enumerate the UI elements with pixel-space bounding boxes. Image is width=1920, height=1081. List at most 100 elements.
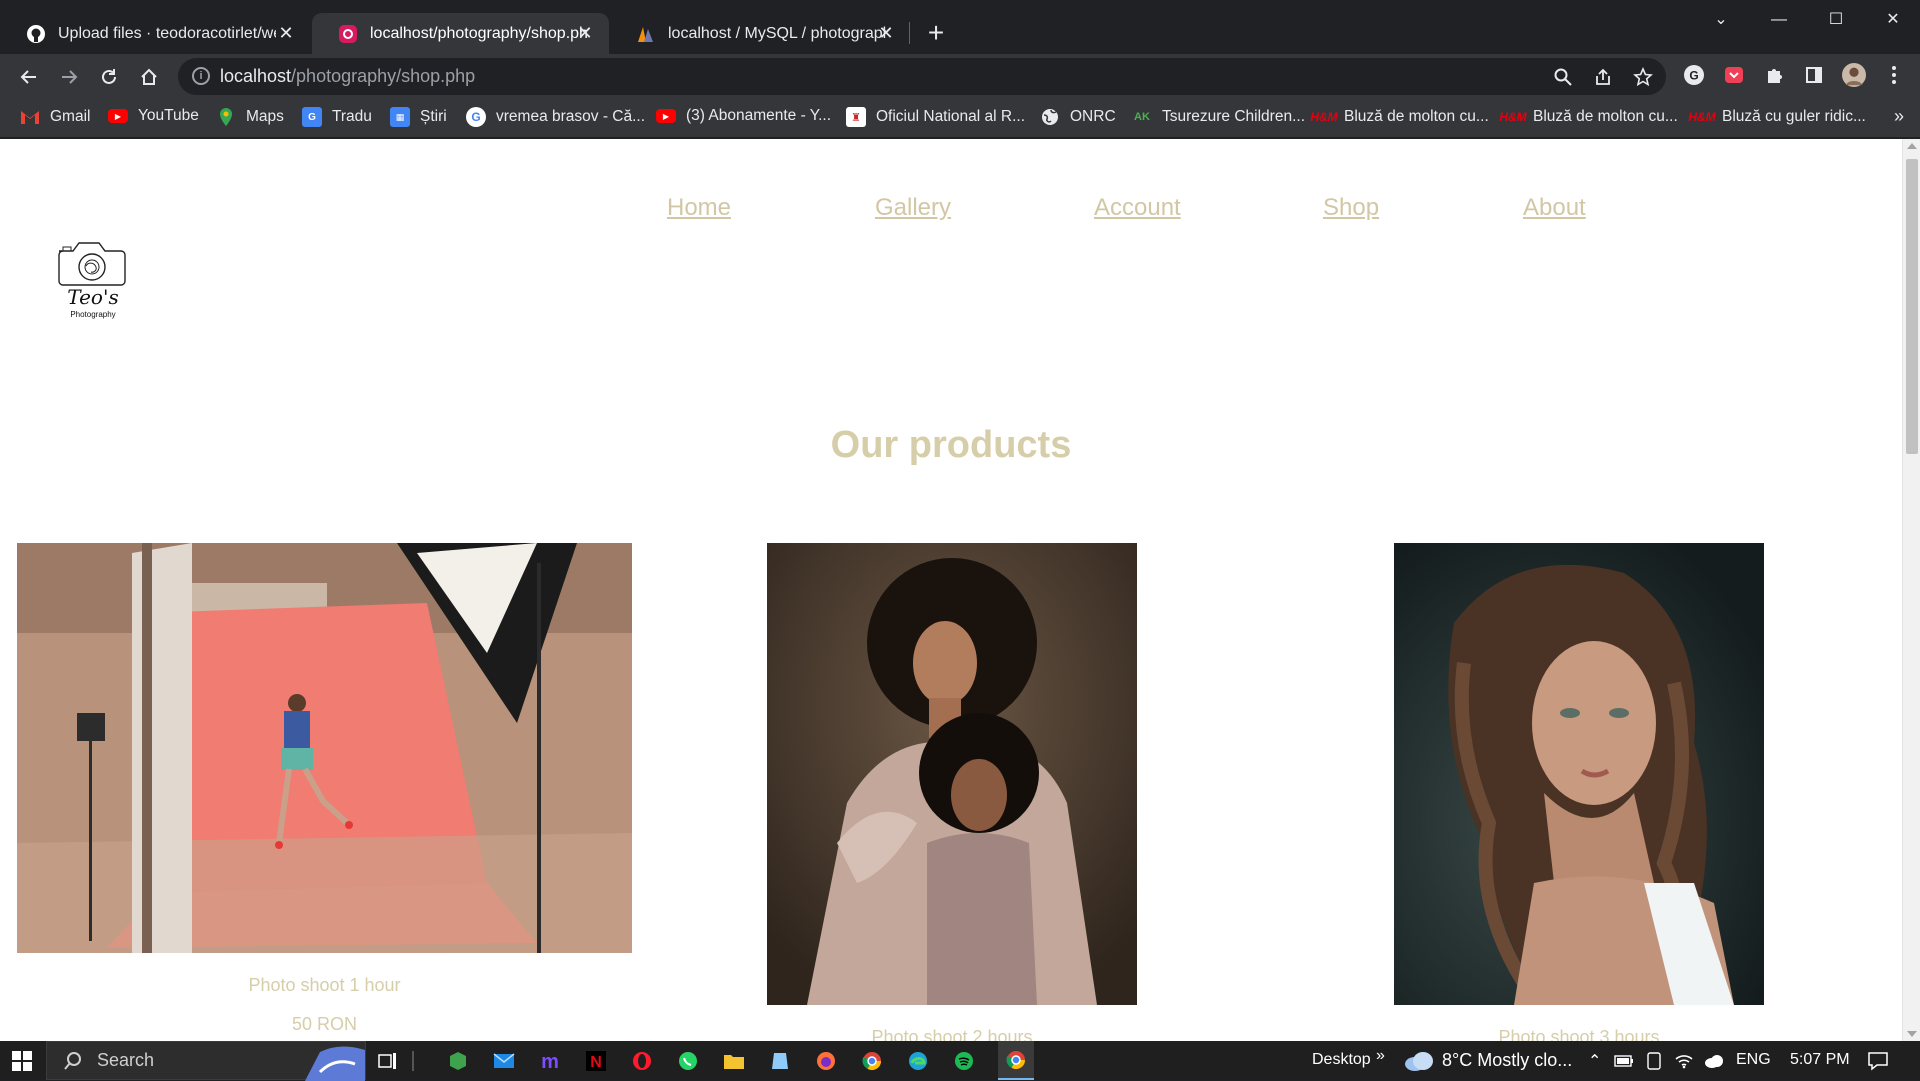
nav-home[interactable]: Home (667, 194, 731, 222)
m-app-icon[interactable]: m (538, 1049, 562, 1073)
bookmark-youtube[interactable]: ▶ YouTube (108, 107, 199, 125)
task-view-icon[interactable] (376, 1049, 400, 1073)
chrome-icon[interactable] (860, 1049, 884, 1073)
file-explorer-icon[interactable] (722, 1049, 746, 1073)
tab-phpmyadmin[interactable]: localhost / MySQL / photography ✕ (610, 13, 910, 54)
hm-icon: H&M (1688, 110, 1716, 124)
tab-title: localhost/photography/shop.php (370, 24, 588, 42)
weather-text[interactable]: 8°C Mostly clo... (1442, 1050, 1572, 1071)
new-tab-button[interactable]: + (920, 18, 952, 50)
nav-gallery[interactable]: Gallery (875, 194, 951, 222)
netflix-icon[interactable]: N (584, 1049, 608, 1073)
info-icon[interactable]: i (192, 67, 210, 85)
bookmark-star-icon[interactable] (1632, 66, 1654, 88)
hm-icon: H&M (1310, 110, 1338, 124)
bookmark-hm-3[interactable]: H&M Bluză cu guler ridic... (1688, 107, 1866, 127)
notification-icon[interactable] (1866, 1049, 1890, 1073)
product-card[interactable]: Photo shoot 1 hour 50 RON (17, 543, 632, 1041)
tray-chevron-icon[interactable]: ⌃ (1588, 1051, 1601, 1071)
battery-icon[interactable] (1612, 1049, 1636, 1073)
tab-shop[interactable]: localhost/photography/shop.php ✕ (312, 13, 609, 54)
onrc-icon: ♜ (846, 107, 866, 127)
profile-avatar[interactable] (1842, 63, 1866, 87)
close-icon[interactable]: ✕ (575, 23, 595, 43)
back-button[interactable] (12, 60, 46, 94)
firefox-icon[interactable] (814, 1049, 838, 1073)
device-icon[interactable] (1642, 1049, 1666, 1073)
notepad-icon[interactable] (768, 1049, 792, 1073)
bookmark-stiri[interactable]: ▦ Știri (390, 107, 447, 127)
url-text[interactable]: localhost/photography/shop.php (220, 66, 475, 87)
scroll-up-icon[interactable] (1907, 143, 1917, 149)
whatsapp-icon[interactable] (676, 1049, 700, 1073)
site-favicon-icon (338, 24, 358, 44)
side-panel-icon[interactable] (1802, 63, 1826, 87)
site-logo[interactable]: Teo's Photography (55, 229, 129, 321)
extensions-puzzle-icon[interactable] (1762, 63, 1786, 87)
cube-app-icon[interactable] (446, 1049, 470, 1073)
desktop-toolbar-label[interactable]: Desktop (1312, 1051, 1371, 1069)
page-viewport: Teo's Photography Home Gallery Account S… (0, 139, 1920, 1041)
product-title: Photo shoot 3 hours (1498, 1027, 1660, 1041)
clock[interactable]: 5:07 PM (1790, 1051, 1850, 1069)
page-title: Our products (830, 424, 1072, 466)
spotify-icon[interactable] (952, 1049, 976, 1073)
back-arrow-icon (20, 70, 36, 84)
close-icon[interactable]: ✕ (876, 23, 896, 43)
wifi-icon[interactable] (1672, 1049, 1696, 1073)
opera-icon[interactable] (630, 1049, 654, 1073)
share-icon[interactable] (1592, 66, 1614, 88)
zoom-icon[interactable] (1552, 66, 1574, 88)
extension-g-icon[interactable]: G (1682, 63, 1706, 87)
language-indicator[interactable]: ENG (1736, 1051, 1771, 1069)
nav-shop[interactable]: Shop (1323, 194, 1379, 222)
bookmark-tradu[interactable]: G Tradu (302, 107, 372, 127)
close-window-button[interactable]: ✕ (1870, 8, 1916, 32)
product-image-studio[interactable] (17, 543, 632, 953)
tray-overflow-icon[interactable]: » (1376, 1047, 1385, 1065)
tab-search-icon[interactable]: ⌄ (1698, 8, 1744, 32)
browser-titlebar: Upload files · teodoracotirlet/we ✕ loca… (0, 0, 1920, 54)
product-card[interactable]: Photo shoot 2 hours (767, 543, 1137, 1041)
onedrive-cloud-icon[interactable] (1702, 1049, 1726, 1073)
bookmark-tsurezure[interactable]: AK Tsurezure Children... (1132, 107, 1305, 127)
tab-github[interactable]: Upload files · teodoracotirlet/we ✕ (0, 13, 310, 54)
address-bar[interactable]: i localhost/photography/shop.php (178, 58, 1666, 95)
bookmark-onrc[interactable]: ONRC (1040, 107, 1116, 127)
product-image-curly-hair[interactable] (1394, 543, 1764, 1005)
home-button[interactable] (132, 60, 166, 94)
scrollbar-thumb[interactable] (1906, 159, 1918, 454)
bookmark-oficiul[interactable]: ♜ Oficiul National al R... (846, 107, 1025, 127)
bookmark-gmail[interactable]: Gmail (20, 107, 90, 127)
reload-button[interactable] (92, 60, 126, 94)
nav-about[interactable]: About (1523, 194, 1586, 222)
maximize-button[interactable]: ☐ (1813, 8, 1859, 32)
menu-kebab-icon[interactable] (1882, 63, 1906, 87)
nav-account[interactable]: Account (1094, 194, 1181, 222)
mail-icon[interactable] (492, 1049, 516, 1073)
forward-button[interactable] (52, 60, 86, 94)
taskbar-search-input[interactable]: Search (46, 1041, 366, 1081)
google-icon: G (466, 107, 486, 127)
windows-start-icon[interactable] (10, 1049, 34, 1073)
tab-separator (909, 22, 910, 44)
bookmark-maps[interactable]: Maps (216, 107, 284, 127)
anime-icon: AK (1134, 111, 1150, 123)
close-icon[interactable]: ✕ (276, 23, 296, 43)
scroll-down-icon[interactable] (1907, 1031, 1917, 1037)
bookmark-hm-2[interactable]: H&M Bluză de molton cu... (1499, 107, 1677, 127)
product-image-mother-daughter[interactable] (767, 543, 1137, 1005)
product-card[interactable]: Photo shoot 3 hours (1394, 543, 1764, 1041)
minimize-button[interactable]: — (1756, 8, 1802, 32)
bookmark-vremea[interactable]: G vremea brasov - Că... (466, 107, 645, 127)
edge-icon[interactable] (906, 1049, 930, 1073)
chrome-active-icon[interactable] (998, 1041, 1034, 1080)
bookmarks-overflow-icon[interactable]: » (1894, 106, 1904, 127)
bookmark-abonamente[interactable]: ▶ (3) Abonamente - Y... (656, 107, 831, 125)
logo-subtext: Photography (70, 310, 116, 319)
page-scrollbar[interactable] (1902, 139, 1920, 1041)
svg-text:m: m (541, 1051, 559, 1071)
pocket-icon[interactable] (1722, 63, 1746, 87)
weather-cloud-icon[interactable] (1402, 1049, 1436, 1073)
bookmark-hm-1[interactable]: H&M Bluză de molton cu... (1310, 107, 1488, 127)
